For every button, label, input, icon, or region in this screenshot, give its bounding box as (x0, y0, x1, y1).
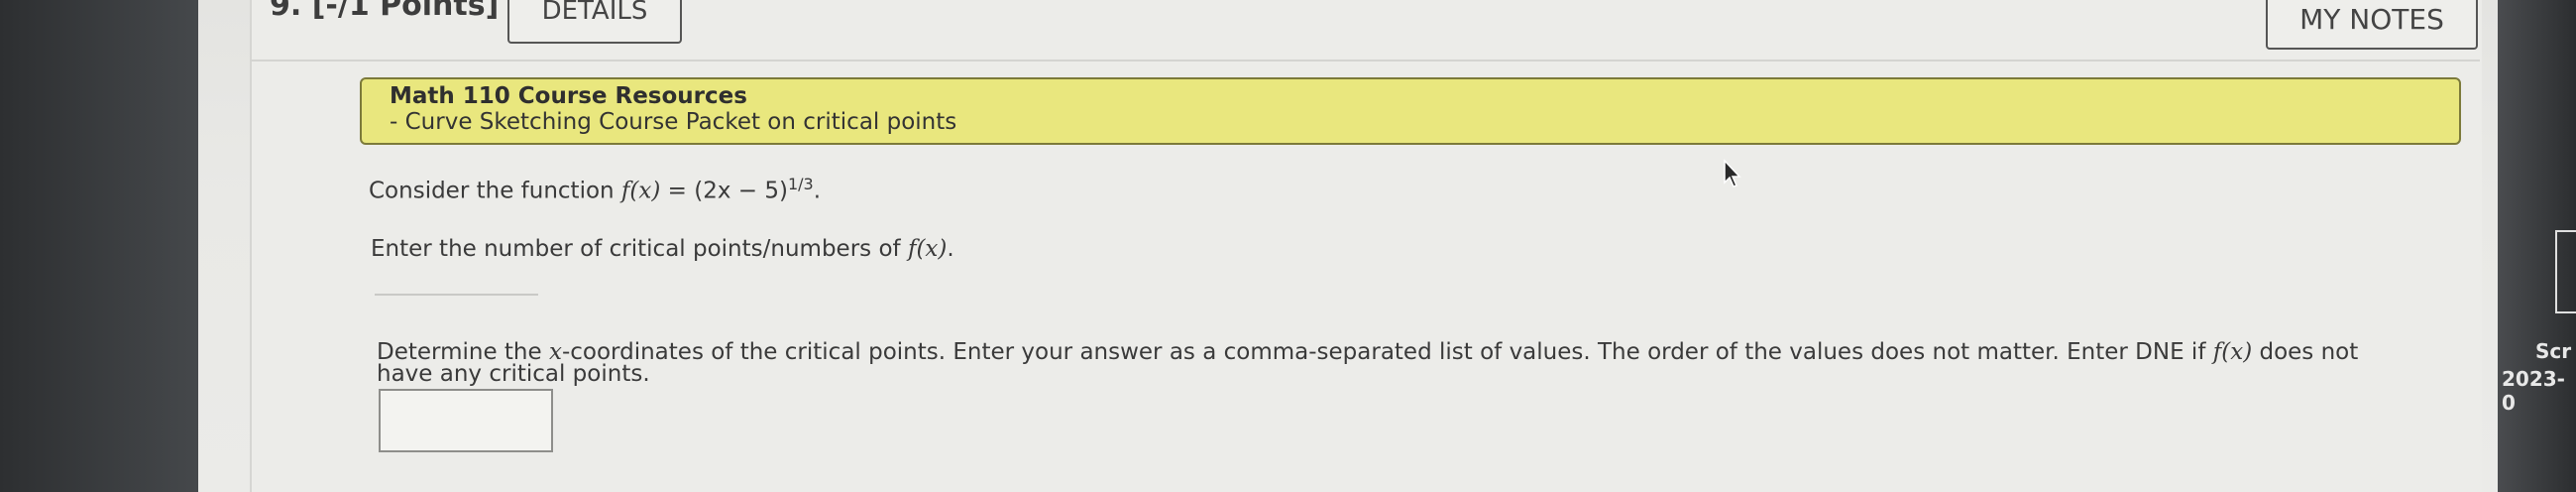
function-lhs: f(x) (620, 178, 661, 204)
part2-fx: f(x) (2212, 339, 2253, 365)
mouse-cursor-icon (1723, 159, 1742, 192)
part2-line1: Determine the x-coordinates of the criti… (377, 339, 2418, 365)
function-prompt: Consider the function f(x) = (2x − 5)1/3… (369, 175, 821, 204)
part2-prompt: Determine the x-coordinates of the criti… (377, 339, 2418, 387)
critical-count-input[interactable] (375, 294, 538, 296)
details-button[interactable]: DETAILS (507, 0, 682, 44)
part1-prompt: Enter the number of critical points/numb… (371, 236, 954, 262)
screenshot-date: 2023-0 (2502, 367, 2565, 415)
screenshot-label: Scr (2535, 339, 2572, 363)
function-exponent: 1/3 (787, 175, 814, 193)
part1-fx: f(x) (907, 236, 948, 262)
my-notes-button[interactable]: MY NOTES (2266, 0, 2478, 50)
desktop-left-edge (0, 0, 198, 492)
prompt-period: . (813, 178, 822, 204)
side-window-edge (2555, 230, 2576, 313)
part1-text: Enter the number of critical points/numb… (371, 236, 908, 262)
part2-text-b: -coordinates of the critical points. Ent… (561, 339, 2213, 365)
course-resources-banner: Math 110 Course Resources - Curve Sketch… (360, 77, 2461, 145)
prompt-prefix: Consider the function (369, 178, 621, 204)
part2-text-c: does not (2252, 339, 2359, 365)
function-expression: = (2x − 5) (660, 178, 788, 204)
question-number: 9. [-/1 Points] (270, 0, 500, 23)
critical-points-input[interactable] (379, 389, 553, 452)
banner-title: Math 110 Course Resources (390, 83, 747, 109)
curve-sketching-link[interactable]: - Curve Sketching Course Packet on criti… (390, 109, 956, 135)
part1-end: . (947, 236, 954, 262)
header-divider (250, 60, 2480, 62)
